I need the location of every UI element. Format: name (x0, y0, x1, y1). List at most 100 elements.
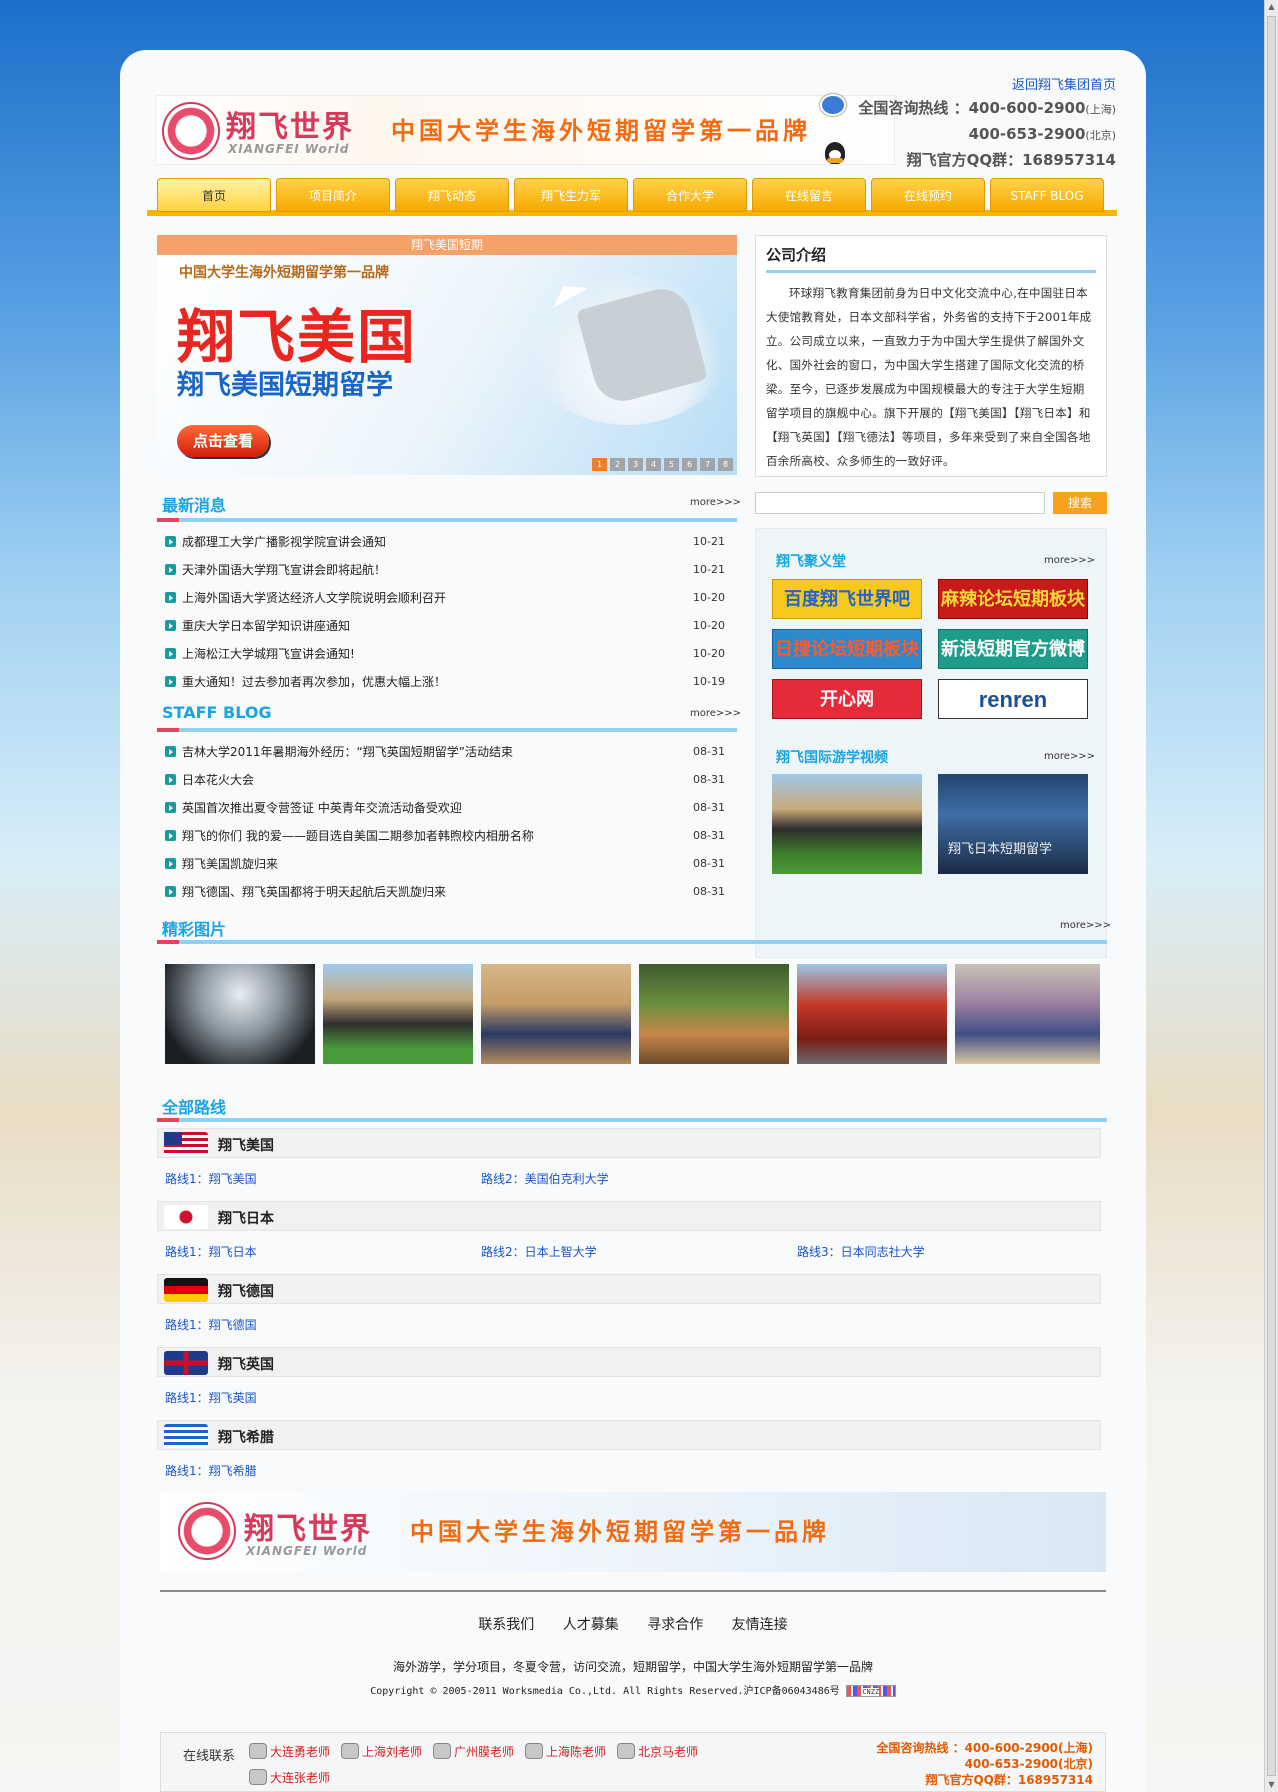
photo-5[interactable] (797, 964, 947, 1064)
news-text[interactable]: 成都理工大学广播影视学院宣讲会通知 (182, 535, 386, 549)
route-link[interactable]: 路线1：翔飞英国 (165, 1389, 257, 1406)
route-link[interactable]: 路线3：日本同志社大学 (797, 1243, 925, 1260)
blog-text[interactable]: 英国首次推出夏令营签证 中英青年交流活动备受欢迎 (182, 801, 462, 815)
route-link[interactable]: 路线1：翔飞德国 (165, 1316, 257, 1333)
footer-link-cooperation[interactable]: 寻求合作 (647, 1617, 703, 1633)
news-more-link[interactable]: more>>> (690, 497, 741, 508)
photos-more-link[interactable]: more>>> (1060, 920, 1111, 931)
blog-item[interactable]: 翔飞的你们 我的爱——题目选自美国二期参加者韩煦校内相册名称 08-31 (165, 826, 725, 846)
teacher-name[interactable]: 广州膜老师 (454, 1745, 514, 1759)
cnzz-badge[interactable]: CNZZ (845, 1685, 896, 1697)
footer-link-friends[interactable]: 友情连接 (732, 1617, 788, 1633)
news-text[interactable]: 上海松江大学城翔飞宣讲会通知! (182, 647, 355, 661)
nav-booking[interactable]: 在线预约 (871, 178, 985, 212)
tile-risou-forum[interactable]: 日搜论坛短期板块 (772, 629, 922, 669)
tile-sina-weibo[interactable]: 新浪短期官方微博 (938, 629, 1088, 669)
blog-text[interactable]: 翔飞的你们 我的爱——题目选自美国二期参加者韩煦校内相册名称 (182, 829, 534, 843)
teacher-contact[interactable]: 上海陈老师 (525, 1743, 606, 1760)
nav-staff-blog[interactable]: STAFF BLOG (990, 178, 1104, 212)
search-button[interactable]: 搜索 (1053, 492, 1107, 514)
pager-dot[interactable]: 3 (628, 458, 643, 471)
scroll-down-icon[interactable]: ▼ (1265, 1778, 1278, 1792)
route-link[interactable]: 路线2：美国伯克利大学 (481, 1170, 609, 1187)
teacher-name[interactable]: 大连张老师 (270, 1771, 330, 1785)
route-link[interactable]: 路线1：翔飞日本 (165, 1243, 257, 1260)
pager-dot[interactable]: 1 (592, 458, 607, 471)
teacher-name[interactable]: 上海刘老师 (362, 1745, 422, 1759)
pager-dot[interactable]: 6 (682, 458, 697, 471)
video-thumb-japan[interactable]: 翔飞日本短期留学 (938, 774, 1088, 874)
community-more-link[interactable]: more>>> (1044, 555, 1095, 566)
video-thumb-usa[interactable] (772, 774, 922, 874)
teacher-contact[interactable]: 广州膜老师 (433, 1743, 514, 1760)
news-text[interactable]: 重大通知！过去参加者再次参加，优惠大幅上涨！ (182, 675, 446, 689)
banner-view-button[interactable]: 点击查看 (177, 425, 269, 457)
pager-dot[interactable]: 4 (646, 458, 661, 471)
teacher-contact[interactable]: 上海刘老师 (341, 1743, 422, 1760)
blog-date: 08-31 (693, 857, 725, 870)
footer-link-jobs[interactable]: 人才募集 (563, 1617, 619, 1633)
scrollbar-thumb[interactable] (1267, 16, 1276, 1776)
search-input[interactable] (755, 492, 1045, 514)
news-item[interactable]: 重大通知！过去参加者再次参加，优惠大幅上涨！ 10-19 (165, 672, 725, 692)
news-text[interactable]: 上海外国语大学贤达经济人文学院说明会顺利召开 (182, 591, 446, 605)
blog-more-link[interactable]: more>>> (690, 708, 741, 719)
blog-item[interactable]: 英国首次推出夏令营签证 中英青年交流活动备受欢迎 08-31 (165, 798, 725, 818)
blog-item[interactable]: 日本花火大会 08-31 (165, 770, 725, 790)
news-text[interactable]: 天津外国语大学翔飞宣讲会即将起航！ (182, 563, 386, 577)
news-item[interactable]: 天津外国语大学翔飞宣讲会即将起航！ 10-21 (165, 560, 725, 580)
blog-text[interactable]: 日本花火大会 (182, 773, 254, 787)
nav-projects[interactable]: 项目简介 (276, 178, 390, 212)
blog-item[interactable]: 翔飞德国、翔飞英国都将于明天起航后天凯旋归来 08-31 (165, 882, 725, 902)
route-group-greece: 翔飞希腊 (157, 1420, 1101, 1450)
photo-2[interactable] (323, 964, 473, 1064)
teacher-contact[interactable]: 大连张老师 (249, 1769, 330, 1786)
video-more-link[interactable]: more>>> (1044, 751, 1095, 762)
photo-4[interactable] (639, 964, 789, 1064)
pager-dot[interactable]: 7 (700, 458, 715, 471)
bullet-icon (165, 648, 176, 659)
tile-baidu-tieba[interactable]: 百度翔飞世界吧 (772, 579, 922, 619)
back-to-group-link[interactable]: 返回翔飞集团首页 (1012, 74, 1116, 93)
blog-item[interactable]: 翔飞美国凯旋归来 08-31 (165, 854, 725, 874)
tile-mala-forum[interactable]: 麻辣论坛短期板块 (938, 579, 1088, 619)
teacher-contact[interactable]: 大连勇老师 (249, 1743, 330, 1760)
nav-force[interactable]: 翔飞生力军 (514, 178, 628, 212)
teacher-name[interactable]: 北京马老师 (638, 1745, 698, 1759)
news-item[interactable]: 重庆大学日本留学知识讲座通知 10-20 (165, 616, 725, 636)
bullet-icon (165, 746, 176, 757)
nav-news[interactable]: 翔飞动态 (395, 178, 509, 212)
pager-dot[interactable]: 5 (664, 458, 679, 471)
photo-1[interactable] (165, 964, 315, 1064)
teacher-name[interactable]: 上海陈老师 (546, 1745, 606, 1759)
pager-dot[interactable]: 8 (718, 458, 733, 471)
scroll-up-icon[interactable]: ▲ (1265, 0, 1278, 14)
pager-dot[interactable]: 2 (610, 458, 625, 471)
tile-renren[interactable]: renren (938, 679, 1088, 719)
photo-3[interactable] (481, 964, 631, 1064)
blog-text[interactable]: 翔飞美国凯旋归来 (182, 857, 278, 871)
teacher-contact[interactable]: 北京马老师 (617, 1743, 698, 1760)
window-scrollbar[interactable]: ▲ ▼ (1264, 0, 1278, 1792)
blog-text[interactable]: 翔飞德国、翔飞英国都将于明天起航后天凯旋归来 (182, 885, 446, 899)
tile-kaixin[interactable]: 开心网 (772, 679, 922, 719)
route-link[interactable]: 路线1：翔飞美国 (165, 1170, 257, 1187)
blog-item[interactable]: 吉林大学2011年暑期海外经历：“翔飞英国短期留学”活动结束 08-31 (165, 742, 725, 762)
news-item[interactable]: 成都理工大学广播影视学院宣讲会通知 10-21 (165, 532, 725, 552)
route-link[interactable]: 路线2：日本上智大学 (481, 1243, 597, 1260)
hero-banner[interactable]: 翔飞美国短期 中国大学生海外短期留学第一品牌 翔飞美国 翔飞美国短期留学 点击查… (157, 235, 737, 475)
nav-message[interactable]: 在线留言 (752, 178, 866, 212)
qq-penguin-icon[interactable] (825, 142, 845, 164)
footer-links: 联系我们 人才募集 寻求合作 友情连接 (120, 1614, 1146, 1634)
news-item[interactable]: 上海外国语大学贤达经济人文学院说明会顺利召开 10-20 (165, 588, 725, 608)
teacher-name[interactable]: 大连勇老师 (270, 1745, 330, 1759)
route-link[interactable]: 路线1：翔飞希腊 (165, 1462, 257, 1479)
photo-6[interactable] (955, 964, 1100, 1064)
site-logo-banner[interactable]: 翔飞世界 XIANGFEI World 中国大学生海外短期留学第一品牌 (155, 95, 895, 165)
nav-universities[interactable]: 合作大学 (633, 178, 747, 212)
blog-text[interactable]: 吉林大学2011年暑期海外经历：“翔飞英国短期留学”活动结束 (182, 745, 513, 759)
news-text[interactable]: 重庆大学日本留学知识讲座通知 (182, 619, 350, 633)
news-item[interactable]: 上海松江大学城翔飞宣讲会通知! 10-20 (165, 644, 725, 664)
nav-home[interactable]: 首页 (157, 178, 271, 212)
footer-link-contact[interactable]: 联系我们 (478, 1617, 534, 1633)
